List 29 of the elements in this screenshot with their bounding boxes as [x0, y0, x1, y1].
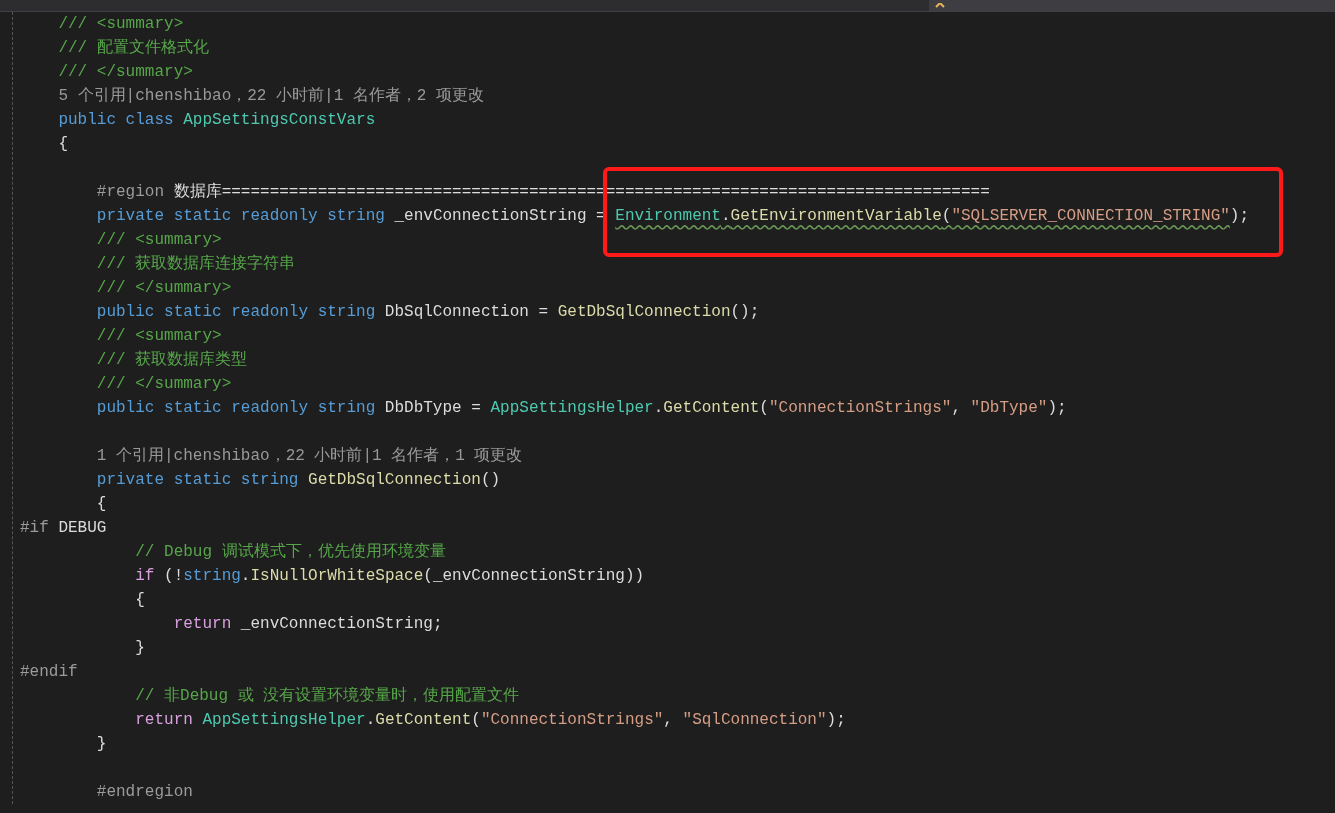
code-line: /// </summary>	[96, 374, 232, 395]
code-line: private static string GetDbSqlConnection()	[96, 470, 501, 491]
code-line: }	[135, 638, 145, 659]
code-line: /// <summary>	[96, 326, 222, 347]
code-line: /// </summary>	[58, 62, 193, 83]
code-line: /// <summary>	[96, 230, 222, 251]
code-line: {	[58, 134, 68, 155]
code-line: return _envConnectionString;	[173, 614, 443, 635]
code-line: /// <summary>	[58, 14, 184, 35]
code-line: /// 配置文件格式化	[58, 37, 209, 59]
code-line: if (!string.IsNullOrWhiteSpace(_envConnectionString))	[135, 566, 645, 587]
codelens-info[interactable]: 5 个引用|chenshibao，22 小时前|1 名作者，2 项更改	[58, 84, 485, 108]
code-line: /// </summary>	[96, 278, 232, 299]
code-line: /// 获取数据库类型	[96, 349, 248, 371]
code-line: #endif	[20, 662, 78, 683]
code-line: /// 获取数据库连接字符串	[96, 253, 296, 275]
codelens-info[interactable]: 1 个引用|chenshibao，22 小时前|1 名作者，1 项更改	[96, 444, 523, 468]
code-line: {	[135, 590, 145, 611]
code-line: public static readonly string DbDbType = AppSettingsHelper.GetContent("ConnectionStrings", "DbType");	[96, 398, 1067, 419]
code-line: public class AppSettingsConstVars	[58, 110, 376, 131]
code-line: // Debug 调试模式下，优先使用环境变量	[135, 541, 446, 563]
code-line: return AppSettingsHelper.GetContent("ConnectionStrings", "SqlConnection");	[135, 710, 846, 731]
editor-tab[interactable]	[929, 0, 1335, 11]
code-line: }	[96, 734, 107, 755]
code-line: public static readonly string DbSqlConnection = GetDbSqlConnection();	[96, 302, 760, 323]
code-line: // 非Debug 或 没有设置环境变量时，使用配置文件	[135, 685, 520, 707]
code-line: #if DEBUG	[20, 518, 107, 539]
code-line: #endregion	[96, 782, 193, 803]
code-line: {	[96, 494, 107, 515]
